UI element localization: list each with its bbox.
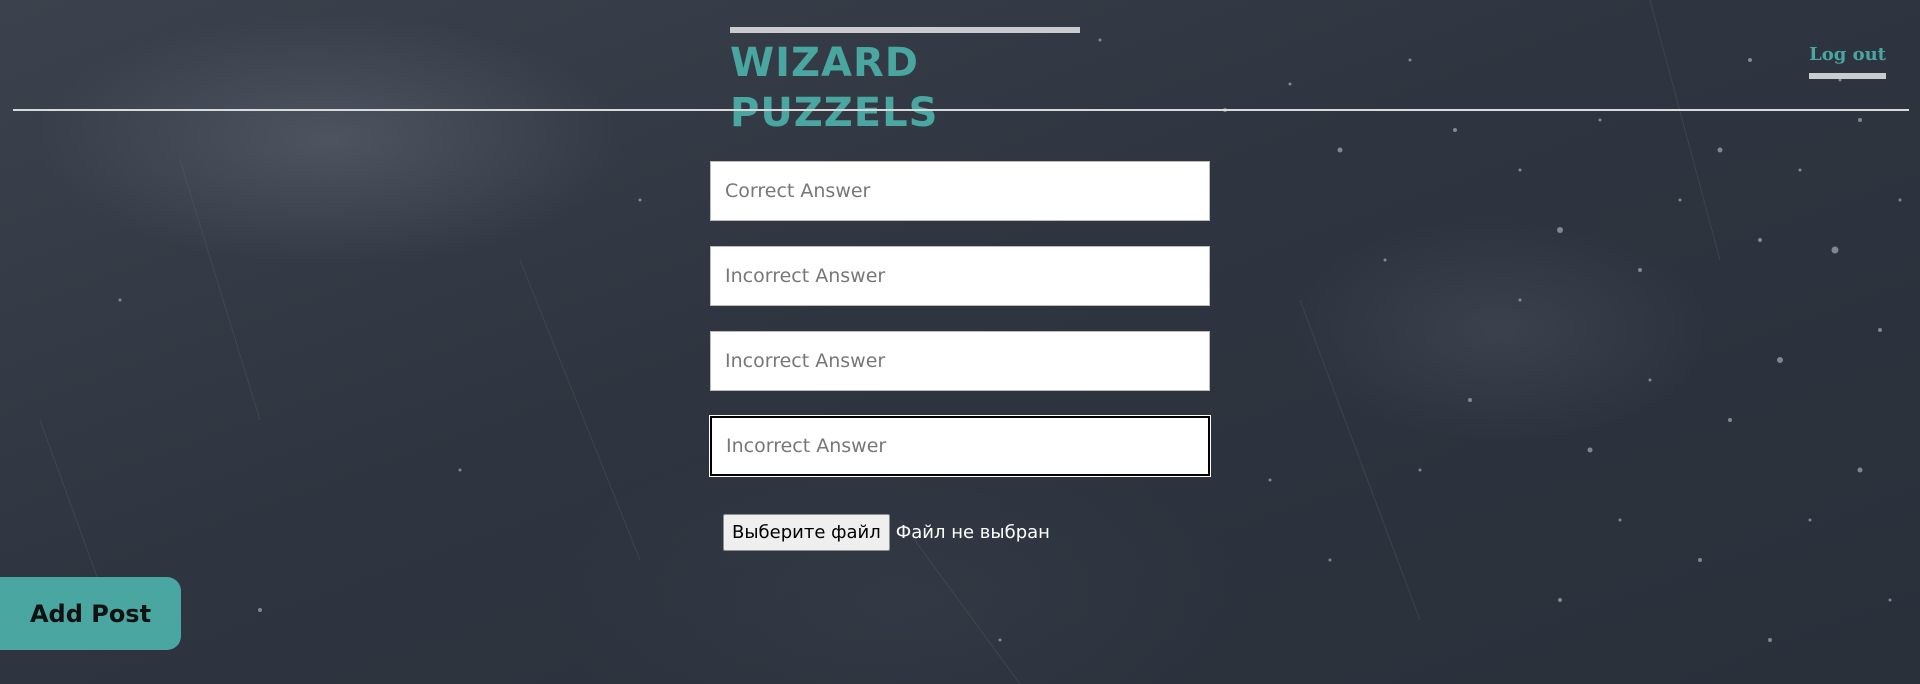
- title-overline: [730, 27, 1080, 33]
- site-title: WIZARD PUZZELS: [730, 40, 939, 136]
- incorrect-answer-input-3[interactable]: [710, 416, 1210, 476]
- incorrect-answer-input-1[interactable]: [710, 246, 1210, 306]
- post-form: [710, 161, 1210, 501]
- add-post-button[interactable]: Add Post: [0, 577, 181, 650]
- file-upload: Выберите файл Файл не выбран: [723, 514, 1050, 551]
- file-status-text: Файл не выбран: [895, 522, 1050, 543]
- logout-link[interactable]: Log out: [1809, 44, 1886, 79]
- header-divider: [13, 109, 1909, 111]
- correct-answer-input[interactable]: [710, 161, 1210, 221]
- incorrect-answer-input-2[interactable]: [710, 331, 1210, 391]
- choose-file-button[interactable]: Выберите файл: [723, 514, 890, 551]
- site-header: WIZARD PUZZELS Log out: [0, 0, 1920, 136]
